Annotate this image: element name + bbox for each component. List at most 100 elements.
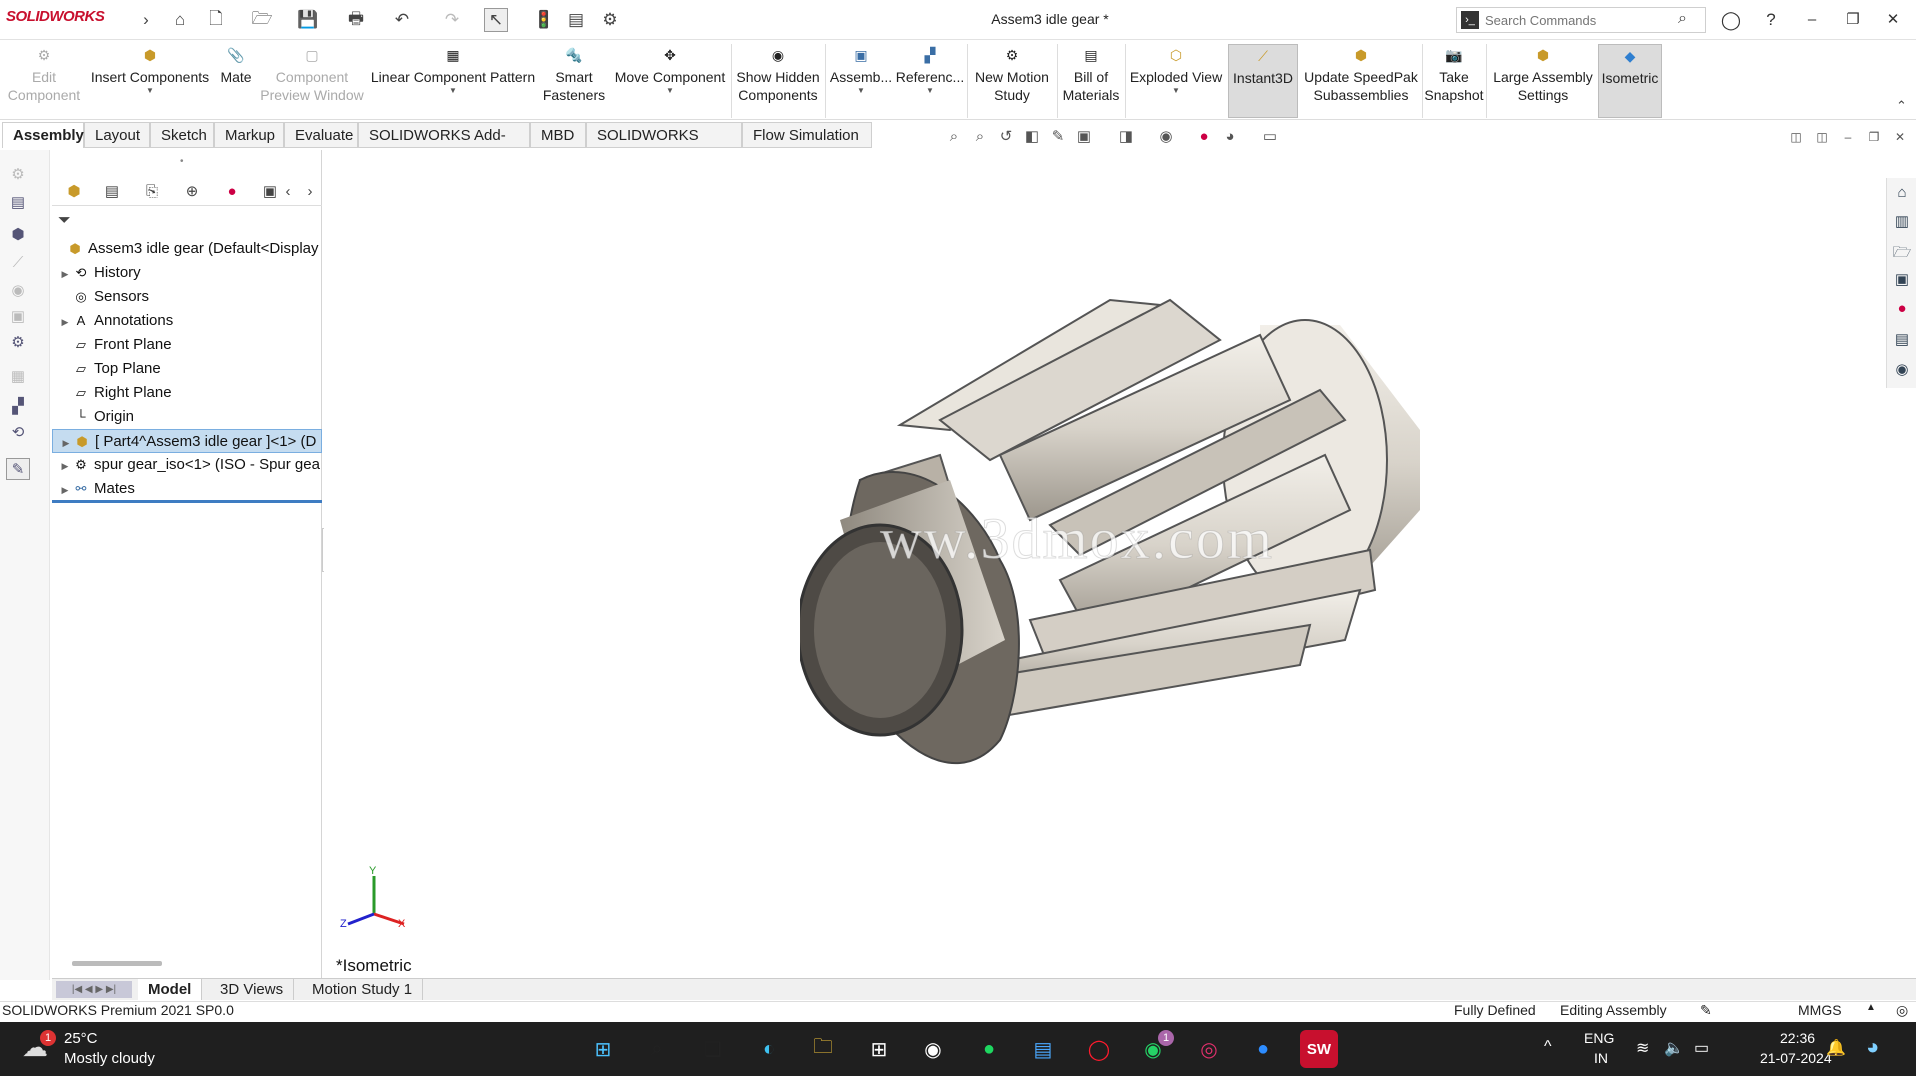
tab-scroll-right-icon[interactable]: ›	[302, 180, 318, 204]
wifi-icon[interactable]: ≋	[1636, 1038, 1649, 1058]
design-library-icon[interactable]: ▥	[1891, 212, 1913, 234]
mate-button[interactable]: 📎 Mate	[212, 44, 260, 118]
search-icon[interactable]: ⌕	[1678, 10, 1687, 28]
isometric-button[interactable]: ◆ Isometric	[1598, 44, 1662, 118]
toolbar-icon-4[interactable]: ⟋	[6, 252, 30, 274]
tab-markup[interactable]: Markup	[214, 122, 284, 148]
viewport-split-icon[interactable]: ◫	[1812, 127, 1832, 147]
linear-component-pattern-button[interactable]: ▦ Linear Component Pattern ▼	[368, 44, 538, 118]
display-manager-tab-icon[interactable]: ●	[218, 180, 246, 204]
account-icon[interactable]: ◯	[1716, 8, 1746, 32]
tree-item-mates[interactable]: ▶ ⚯ Mates	[52, 477, 322, 501]
microsoft-store-icon[interactable]: ⊞	[860, 1030, 898, 1068]
tree-item-spur-gear[interactable]: ▶ ⚙ spur gear_iso<1> (ISO - Spur gea	[52, 453, 322, 477]
battery-icon[interactable]: ▭	[1694, 1038, 1709, 1058]
tree-item-front-plane[interactable]: ▱ Front Plane	[52, 333, 322, 357]
exploded-view-button[interactable]: ⬡ Exploded View ▼	[1128, 44, 1224, 118]
appearances-icon[interactable]: ●	[1891, 300, 1913, 322]
reference-geometry-button[interactable]: ▞ Referenc... ▼	[894, 44, 966, 118]
tooltip-icon[interactable]: ◎	[1896, 1002, 1908, 1019]
configuration-manager-tab-icon[interactable]: ⎘	[138, 180, 166, 204]
tab-assembly[interactable]: Assembly	[2, 122, 84, 148]
forum-icon[interactable]: ◉	[1891, 360, 1913, 382]
undo-icon[interactable]: ↶	[390, 8, 414, 32]
rollback-bar[interactable]	[52, 500, 322, 503]
tab-scroll-left-icon[interactable]: ‹	[280, 180, 296, 204]
tab-mbd[interactable]: MBD	[530, 122, 586, 148]
solidworks-taskbar-icon[interactable]: SW	[1300, 1030, 1338, 1068]
tree-item-origin[interactable]: └ Origin	[52, 405, 322, 429]
viewport-restore-button[interactable]: ❐	[1864, 127, 1884, 147]
viewport-tile-icon[interactable]: ◫	[1786, 127, 1806, 147]
close-button[interactable]: ✕	[1878, 8, 1908, 32]
search-commands-box[interactable]: ›_ ⌕	[1456, 7, 1706, 33]
dimxpert-tab-icon[interactable]: ⊕	[178, 180, 206, 204]
tab-solidworks-add-ins[interactable]: SOLIDWORKS Add-Ins	[358, 122, 530, 170]
take-snapshot-button[interactable]: 📷 Take Snapshot	[1424, 44, 1484, 118]
show-hidden-icons-chevron[interactable]: ^	[1544, 1038, 1552, 1056]
tab-navigation-arrows[interactable]: |◀ ◀ ▶ ▶|	[56, 981, 132, 998]
toolbar-icon-5[interactable]: ◉	[6, 280, 30, 302]
print-icon[interactable]: 🖶	[344, 8, 368, 32]
custom-properties-icon[interactable]: ▤	[1891, 330, 1913, 352]
taskbar-search-icon[interactable]: ⌕	[638, 1030, 676, 1068]
toolbar-icon-2[interactable]: ▤	[6, 192, 30, 214]
tree-item-part4[interactable]: ▶ ⬢[ Part4^Assem3 idle gear ]<1> (D	[52, 429, 322, 453]
open-folder-icon[interactable]: 🗁	[250, 8, 274, 32]
weather-temperature[interactable]: 25°C	[64, 1030, 98, 1047]
toolbar-icon-1[interactable]: ⚙	[6, 164, 30, 186]
new-document-icon[interactable]: 🗋	[204, 8, 228, 32]
feature-manager-tab-icon[interactable]: ⬢	[60, 180, 88, 204]
options-gear-icon[interactable]: ⚙	[598, 8, 622, 32]
large-assembly-settings-button[interactable]: ⬢ Large Assembly Settings	[1490, 44, 1596, 118]
spotify-icon[interactable]: ●	[970, 1030, 1008, 1068]
copilot-icon[interactable]: ◕	[1866, 1034, 1879, 1060]
expand-menu-icon[interactable]: ›	[134, 8, 158, 32]
toolbar-icon-11[interactable]: ✎	[6, 458, 30, 480]
tab-model[interactable]: Model	[138, 979, 203, 1000]
section-view-icon[interactable]: ◧	[1022, 127, 1042, 147]
filter-icon[interactable]: ⏷	[58, 212, 71, 230]
language-code[interactable]: ENG	[1584, 1030, 1614, 1046]
whatsapp-web-icon[interactable]: ◉	[914, 1030, 952, 1068]
property-manager-tab-icon[interactable]: ▤	[98, 180, 126, 204]
weather-description[interactable]: Mostly cloudy	[64, 1050, 155, 1067]
toolbar-icon-3[interactable]: ⬢	[6, 224, 30, 246]
view-palette-icon[interactable]: ▣	[1891, 270, 1913, 292]
solidworks-resources-icon[interactable]: ⌂	[1891, 184, 1913, 206]
clock-time[interactable]: 22:36	[1780, 1030, 1815, 1046]
new-motion-study-button[interactable]: ⚙ New Motion Study	[970, 44, 1054, 118]
clock-date[interactable]: 21-07-2024	[1760, 1050, 1832, 1066]
view-orientation-icon[interactable]: ▣	[1074, 127, 1094, 147]
hide-show-items-icon[interactable]: ◉	[1156, 127, 1176, 147]
zoom-icon[interactable]: ●	[1244, 1030, 1282, 1068]
help-icon[interactable]: ?	[1756, 8, 1786, 32]
tab-layout[interactable]: Layout	[84, 122, 150, 148]
viewport-close-button[interactable]: ✕	[1890, 127, 1910, 147]
toolbar-icon-9[interactable]: ▞	[6, 396, 30, 418]
units-dropdown-icon[interactable]: ▲	[1866, 1002, 1876, 1013]
solidworks-logo[interactable]: SOLIDWORKS	[6, 8, 105, 25]
file-explorer-icon[interactable]: 🗁	[1891, 242, 1913, 264]
volume-icon[interactable]: 🔈	[1664, 1038, 1684, 1058]
tab-3d-views[interactable]: 3D Views	[210, 979, 295, 1000]
viewport-minimize-button[interactable]: –	[1838, 127, 1858, 147]
panel-grip-icon[interactable]: •	[180, 156, 184, 167]
select-cursor-icon[interactable]: ↖	[484, 8, 508, 32]
tree-item-history[interactable]: ▶ ⟲ History	[52, 261, 322, 285]
home-icon[interactable]: ⌂	[168, 8, 192, 32]
toolbar-icon-7[interactable]: ⚙	[6, 332, 30, 354]
tab-evaluate[interactable]: Evaluate	[284, 122, 358, 148]
toolbar-icon-10[interactable]: ⟲	[6, 422, 30, 444]
toolbar-icon-8[interactable]: ▦	[6, 366, 30, 388]
apply-scene-icon[interactable]: ◕	[1220, 127, 1240, 147]
rebuild-status-icon[interactable]: ✎	[1700, 1002, 1712, 1019]
redo-icon[interactable]: ↷	[440, 8, 464, 32]
file-explorer-taskbar-icon[interactable]: 🗀	[804, 1030, 842, 1068]
smart-fasteners-button[interactable]: 🔩 Smart Fasteners	[538, 44, 610, 118]
tab-sketch[interactable]: Sketch	[150, 122, 214, 148]
notification-bell-icon[interactable]: 🔔	[1826, 1038, 1846, 1058]
show-hidden-components-button[interactable]: ◉ Show Hidden Components	[734, 44, 822, 118]
opera-browser-icon[interactable]: ◯	[1080, 1030, 1118, 1068]
search-input[interactable]	[1485, 11, 1670, 29]
